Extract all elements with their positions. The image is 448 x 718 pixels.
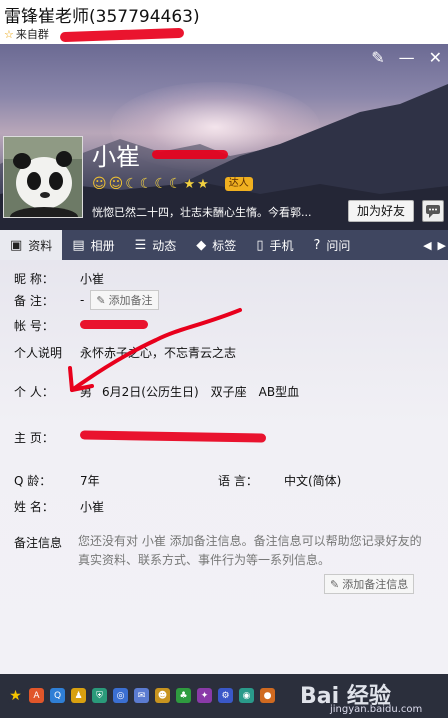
info-row-remark: 备注信息 <box>14 534 62 551</box>
phone-icon: ▯ <box>256 237 264 253</box>
game-icon[interactable]: ♟ <box>71 688 86 703</box>
moon-level-icon: ☾ <box>125 176 138 192</box>
name-label: 姓 名： <box>14 500 54 514</box>
redaction-mark <box>59 27 185 43</box>
browser-icon[interactable]: ◎ <box>113 688 128 703</box>
qage-value: 7年 <box>80 474 100 488</box>
qage-label: Q 龄： <box>14 474 52 488</box>
info-row-nickname: 昵 称： 小崔 <box>14 270 104 287</box>
tab-label: 相册 <box>90 238 115 253</box>
info-row-language: 语 言： 中文(简体) <box>218 472 341 489</box>
tab-album[interactable]: ▤ 相册 <box>62 230 124 260</box>
minimize-button[interactable]: — <box>399 50 415 66</box>
add-friend-button[interactable]: 加为好友 <box>348 200 414 222</box>
info-row-name: 姓 名： 小崔 <box>14 498 104 515</box>
tab-profile[interactable]: ▣ 资料 <box>0 230 63 260</box>
chat-icon[interactable] <box>422 200 444 222</box>
profile-tabs: ▣ 资料 ▤ 相册 ☰ 动态 ◆ 标签 ▯ 手机 ? 问问 ◀ ▶ <box>0 230 448 260</box>
photo-icon: ▤ <box>72 237 85 253</box>
globe-icon[interactable]: ◉ <box>239 688 254 703</box>
tab-tags[interactable]: ◆ 标签 <box>186 230 246 260</box>
note-edit-icon: ✎ <box>330 577 340 591</box>
source-line: ☆ 来自群 <box>4 26 49 42</box>
profile-info-panel: 昵 称： 小崔 备 注： - ✎ 添加备注 帐 号： 个人说明 永怀赤子之心，不… <box>0 260 448 674</box>
window-controls: ✎ — ✕ <box>371 50 442 66</box>
level-icons: ☺ ☺ ☾ ☾ ☾ ☾ ★ ★ 达人 <box>92 176 253 192</box>
watermark-url: jingyan.baidu.com <box>330 704 423 715</box>
star-level-icon: ★ <box>183 176 196 192</box>
scroll-left-icon[interactable]: ◀ <box>423 239 431 252</box>
title-bar: 雷锋崔老师(357794463) ☆ 来自群 <box>0 0 448 44</box>
info-row-homepage: 主 页： <box>14 429 80 446</box>
tab-label: 标签 <box>212 238 237 253</box>
taskbar-icons: ★ A Q ♟ ⛨ ◎ ✉ ☻ ♣ ✦ ⚙ ◉ ● <box>8 688 275 704</box>
panda-avatar-icon <box>4 137 82 217</box>
feed-icon: ☰ <box>134 237 147 253</box>
blood-type-value: AB型血 <box>258 385 300 399</box>
tab-phone[interactable]: ▯ 手机 <box>246 230 303 260</box>
tag-icon: ◆ <box>196 237 207 253</box>
moon-level-icon: ☾ <box>154 176 167 192</box>
tab-label: 手机 <box>269 238 294 253</box>
nickname-value: 小崔 <box>80 272 105 286</box>
close-button[interactable]: ✕ <box>429 50 442 66</box>
star-level-icon: ★ <box>197 176 209 192</box>
pet-icon[interactable]: ☻ <box>155 688 170 703</box>
moon-level-icon: ☾ <box>139 176 153 192</box>
window-title: 雷锋崔老师(357794463) <box>4 7 200 27</box>
tab-label: 动态 <box>152 238 177 253</box>
tab-feed[interactable]: ☰ 动态 <box>125 230 187 260</box>
sparkle-icon[interactable]: ✦ <box>197 688 212 703</box>
sun-level-icon: ☺ <box>92 176 107 192</box>
skin-button[interactable]: ✎ <box>371 50 384 66</box>
language-value: 中文(简体) <box>284 474 342 488</box>
shield-icon[interactable]: ⛨ <box>92 688 107 703</box>
name-value: 小崔 <box>80 500 105 514</box>
add-remark-info-button[interactable]: ✎ 添加备注信息 <box>324 574 415 594</box>
chat-bubble-icon[interactable]: ● <box>260 688 275 703</box>
scroll-right-icon[interactable]: ▶ <box>438 239 446 252</box>
nickname-label: 昵 称： <box>14 272 54 286</box>
tab-label: 资料 <box>28 238 53 253</box>
source-label: 来自群 <box>15 28 49 41</box>
app-icon[interactable]: A <box>29 688 44 703</box>
redaction-mark <box>79 430 267 443</box>
info-row-qage: Q 龄： 7年 <box>14 472 100 489</box>
question-icon: ? <box>313 237 321 253</box>
star-icon: ☆ <box>4 27 14 41</box>
language-label: 语 言： <box>218 474 258 488</box>
remark-info-text: 您还没有对 小崔 添加备注信息。备注信息可以帮助您记录好友的真实资料、联系方式、… <box>78 534 422 567</box>
settings-icon[interactable]: ⚙ <box>218 688 233 703</box>
arrow-annotation <box>68 308 242 392</box>
mail-icon[interactable]: Q <box>50 688 65 703</box>
profile-icon: ▣ <box>10 237 23 253</box>
star-icon[interactable]: ★ <box>8 688 23 704</box>
envelope-icon[interactable]: ✉ <box>134 688 149 703</box>
tab-label: 问问 <box>326 238 351 253</box>
vip-badge[interactable]: 达人 <box>224 177 253 191</box>
profile-nickname: 小崔 <box>92 143 140 171</box>
sun-level-icon: ☺ <box>108 176 124 192</box>
remark-info-label: 备注信息 <box>14 536 63 550</box>
redaction-mark <box>152 150 228 159</box>
clover-icon[interactable]: ♣ <box>176 688 191 703</box>
tab-question[interactable]: ? 问问 <box>303 230 360 260</box>
signature-text: 恍惚已然二十四，壮志未酬心生惰。今看郭... <box>92 206 312 219</box>
homepage-label: 主 页： <box>14 431 54 445</box>
tab-scroll: ◀ ▶ <box>423 239 448 252</box>
avatar[interactable] <box>3 136 83 218</box>
add-remark-info-label: 添加备注信息 <box>342 578 409 591</box>
moon-level-icon: ☾ <box>168 176 182 192</box>
